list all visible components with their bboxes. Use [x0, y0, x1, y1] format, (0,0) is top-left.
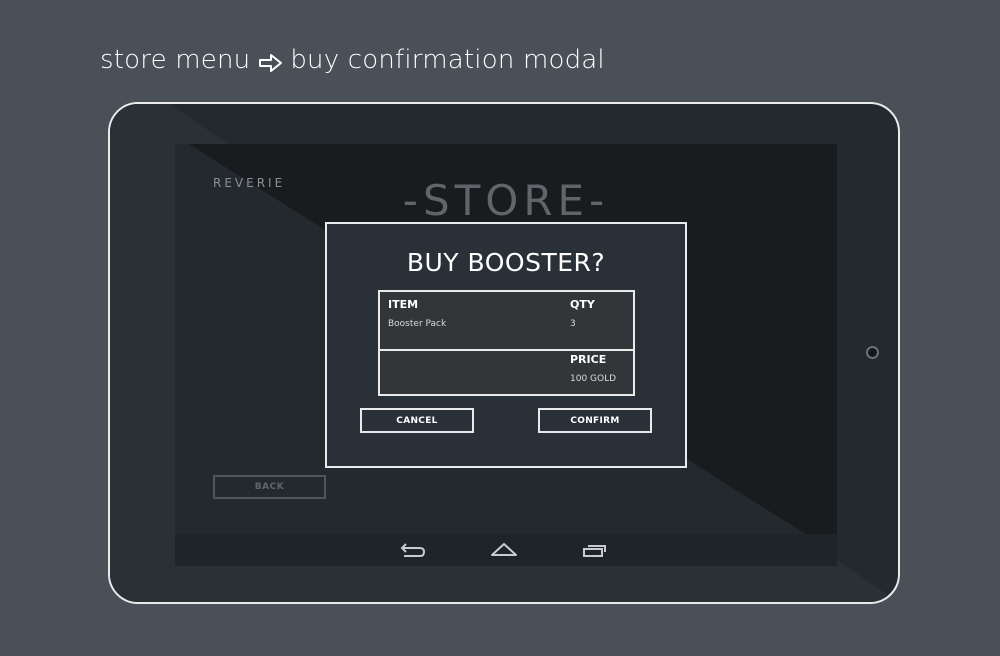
price-value: 100 GOLD: [570, 374, 617, 384]
cancel-button[interactable]: CANCEL: [360, 408, 474, 433]
purchase-summary-box: ITEM Booster Pack QTY 3 PRICE 100 GOLD: [378, 290, 635, 396]
qty-header: QTY: [570, 298, 595, 311]
item-header: ITEM: [388, 298, 419, 311]
caption-from: store menu: [100, 45, 251, 75]
outline-right-arrow-icon: [258, 50, 284, 72]
back-button[interactable]: BACK: [213, 475, 326, 499]
home-icon[interactable]: [489, 540, 519, 560]
android-navigation-bar: [175, 534, 837, 566]
summary-divider: [380, 349, 633, 351]
tablet-device: REVERIE -STORE- BACK BUY BOOSTER? ITEM B…: [108, 102, 900, 604]
confirm-button[interactable]: CONFIRM: [538, 408, 652, 433]
recent-apps-icon[interactable]: [579, 540, 609, 560]
price-header: PRICE: [570, 353, 607, 366]
caption-to: buy confirmation modal: [290, 45, 605, 75]
store-title: -STORE-: [402, 176, 610, 225]
item-value: Booster Pack: [388, 319, 447, 329]
back-icon[interactable]: [398, 540, 428, 560]
tablet-screen: REVERIE -STORE- BACK BUY BOOSTER? ITEM B…: [175, 144, 837, 566]
qty-value: 3: [570, 319, 576, 329]
buy-confirmation-modal: BUY BOOSTER? ITEM Booster Pack QTY 3 PRI…: [325, 222, 687, 468]
modal-title: BUY BOOSTER?: [406, 248, 606, 277]
tablet-camera: [866, 346, 879, 359]
slide-caption: store menu buy confirmation modal: [100, 40, 605, 80]
